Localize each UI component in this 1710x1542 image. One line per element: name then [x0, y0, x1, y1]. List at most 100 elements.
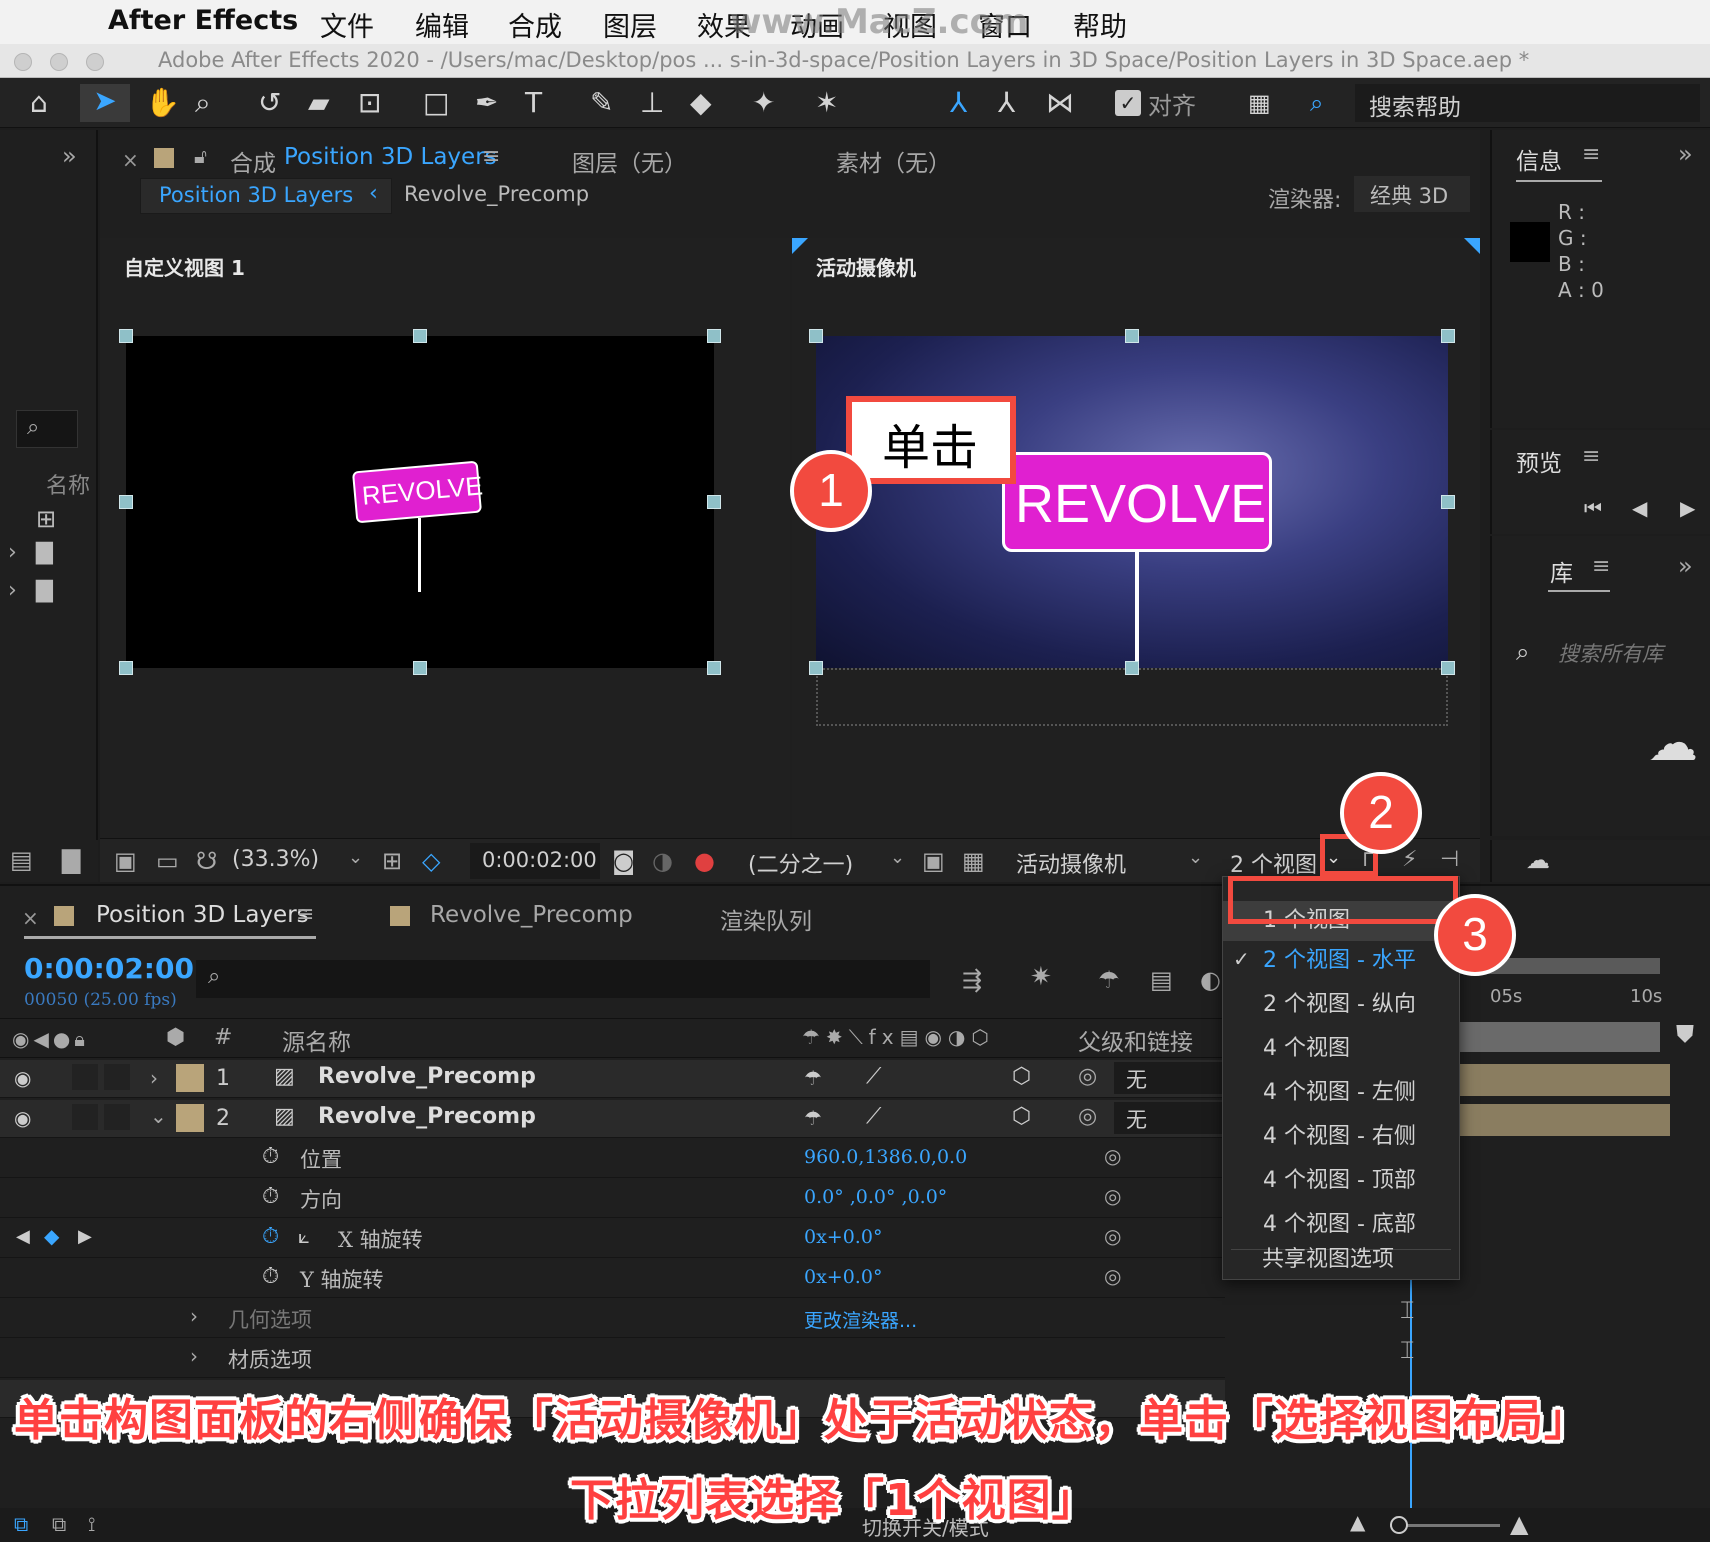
- 3d-layer-icon[interactable]: ⬡: [1012, 1064, 1031, 1089]
- interpret-footage-icon[interactable]: ▤: [10, 846, 33, 874]
- new-folder-icon[interactable]: ▇: [62, 846, 80, 874]
- bounding-handle[interactable]: [809, 329, 823, 343]
- pen-tool-icon[interactable]: ✒: [475, 86, 498, 120]
- panel-menu-icon[interactable]: ≡: [296, 902, 314, 927]
- selection-tool-icon[interactable]: ➤: [80, 84, 130, 122]
- menu-item-2-views-vertical[interactable]: 2 个视图 - 纵向: [1223, 985, 1453, 1025]
- name-column-header[interactable]: 名称: [46, 468, 90, 500]
- layer-switches-icon[interactable]: ⧉: [14, 1512, 28, 1536]
- solo-toggle[interactable]: [72, 1104, 98, 1130]
- fast-previews-icon[interactable]: ⚡︎: [1402, 847, 1417, 872]
- next-keyframe-icon[interactable]: ▶︎: [78, 1226, 92, 1247]
- layer-row[interactable]: ◉ › 1 ▨ Revolve_Precomp ☂︎ ⟋ ⬡ ◎ 无: [0, 1060, 1225, 1098]
- pan-behind-tool-icon[interactable]: ⊡: [358, 86, 381, 120]
- expand-arrow-icon[interactable]: ›: [8, 578, 17, 603]
- shy-icon[interactable]: ☂︎: [804, 1106, 822, 1130]
- navigator-bar[interactable]: [1460, 1022, 1660, 1052]
- pickwhip-icon[interactable]: ◎: [1104, 1224, 1121, 1248]
- brush-tool-icon[interactable]: ✎: [590, 86, 613, 120]
- bounding-handle[interactable]: [809, 661, 823, 675]
- lock-toggle[interactable]: [104, 1064, 130, 1090]
- layer-label-color[interactable]: [176, 1104, 204, 1132]
- menu-item-4-views-right[interactable]: 4 个视图 - 右侧: [1223, 1117, 1453, 1157]
- menu-help[interactable]: 帮助: [1073, 5, 1127, 44]
- rectangle-tool-icon[interactable]: □: [423, 86, 449, 120]
- bounding-handle[interactable]: [1441, 329, 1455, 343]
- monitor-icon[interactable]: ▭: [156, 847, 179, 875]
- cloud-sync-icon[interactable]: ☁︎: [1526, 846, 1550, 874]
- composition-mini-flowchart-icon[interactable]: ⇶: [962, 966, 982, 994]
- draft-3d-icon[interactable]: ✷: [1030, 962, 1052, 992]
- active-camera-view[interactable]: 活动摄像机 REVOLVE: [792, 238, 1480, 860]
- zoom-out-icon[interactable]: ▲: [1350, 1510, 1365, 1534]
- pickwhip-icon[interactable]: ◎: [1078, 1064, 1097, 1089]
- graph-icon[interactable]: ⟀: [298, 1224, 310, 1248]
- zoom-slider[interactable]: [1390, 1516, 1500, 1534]
- change-renderer-link[interactable]: 更改渲染器...: [804, 1306, 917, 1333]
- menu-composition[interactable]: 合成: [508, 5, 562, 44]
- folder-icon[interactable]: ▇: [36, 578, 53, 603]
- column-hash[interactable]: #: [214, 1025, 232, 1050]
- region-of-interest-icon[interactable]: ⊞: [382, 847, 402, 875]
- column-source-name[interactable]: 源名称: [282, 1023, 351, 1057]
- local-axis-icon[interactable]: ⅄: [950, 86, 967, 120]
- expand-arrow-icon[interactable]: ›: [190, 1344, 198, 1368]
- custom-view-1[interactable]: 自定义视图 1 REVOLVE: [100, 238, 790, 860]
- renderer-button[interactable]: 经典 3D: [1354, 176, 1470, 212]
- 3d-layer-icon[interactable]: ⬡: [1012, 1104, 1031, 1129]
- layer-name[interactable]: Revolve_Precomp: [318, 1104, 536, 1129]
- zoom-dropdown[interactable]: (33.3%) ⌄: [224, 843, 364, 879]
- world-axis-icon[interactable]: ⅄: [998, 86, 1015, 120]
- comment-marker-icon[interactable]: ⛊: [1676, 1020, 1694, 1048]
- timeline-icon[interactable]: ⊣: [1440, 847, 1459, 872]
- app-menu[interactable]: After Effects: [108, 5, 298, 36]
- bounding-handle[interactable]: [1441, 495, 1455, 509]
- panel-menu-icon[interactable]: ≡: [1592, 554, 1610, 579]
- transparency-grid-icon[interactable]: ◇: [422, 847, 440, 875]
- timeline-tab-precomp[interactable]: Revolve_Precomp: [430, 902, 633, 928]
- menu-item-4-views-left[interactable]: 4 个视图 - 左侧: [1223, 1073, 1453, 1113]
- snap-checkbox[interactable]: ✓: [1115, 90, 1141, 116]
- fast-preview-icon[interactable]: ▣: [922, 847, 945, 875]
- expand-panel-icon[interactable]: »: [62, 142, 77, 170]
- workspace-icon[interactable]: ▦: [1248, 86, 1271, 120]
- close-window-button[interactable]: [14, 53, 32, 71]
- camera-tool-icon[interactable]: ▰: [308, 86, 330, 120]
- info-panel-title[interactable]: 信息: [1516, 142, 1562, 176]
- stopwatch-icon[interactable]: ⏱︎: [262, 1224, 279, 1249]
- folder-icon[interactable]: ▇: [36, 540, 53, 565]
- search-help-icon[interactable]: ⌕: [1310, 86, 1323, 120]
- view-axis-icon[interactable]: ⋈: [1046, 86, 1074, 120]
- library-panel-title[interactable]: 库: [1550, 554, 1573, 588]
- menu-edit[interactable]: 编辑: [415, 5, 469, 44]
- menu-item-4-views[interactable]: 4 个视图: [1223, 1029, 1453, 1069]
- eye-icon[interactable]: ◉: [14, 1066, 31, 1090]
- pickwhip-icon[interactable]: ◎: [1104, 1184, 1121, 1208]
- library-search-input[interactable]: 搜索所有库: [1558, 638, 1663, 668]
- tab-layer[interactable]: 图层（无）: [572, 144, 687, 178]
- expand-arrow-icon[interactable]: ›: [190, 1304, 198, 1328]
- resolution-dropdown[interactable]: (二分之一) ⌄: [740, 843, 910, 879]
- hand-tool-icon[interactable]: ✋: [145, 86, 180, 120]
- collapse-transform-icon[interactable]: ⟋: [866, 1104, 881, 1129]
- snapshot-camera-icon[interactable]: ◙: [612, 847, 635, 875]
- menu-layer[interactable]: 图层: [603, 5, 657, 44]
- frame-blending-icon[interactable]: ▤: [1150, 966, 1173, 994]
- pickwhip-icon[interactable]: ◎: [1104, 1264, 1121, 1288]
- property-value[interactable]: 0x+0.0°: [804, 1226, 882, 1248]
- layer-duration-bar[interactable]: [1460, 1064, 1670, 1096]
- stopwatch-icon[interactable]: ⏱︎: [262, 1144, 279, 1169]
- shy-icon[interactable]: ☂︎: [804, 1066, 822, 1090]
- timeline-timecode[interactable]: 0:00:02:00: [24, 952, 194, 985]
- lock-toggle[interactable]: [104, 1104, 130, 1130]
- timeline-search-input[interactable]: ⌕: [196, 960, 930, 998]
- channel-icon[interactable]: ●: [694, 847, 715, 875]
- panel-menu-icon[interactable]: ≡: [482, 144, 500, 169]
- lock-icon[interactable]: 🔓︎: [194, 144, 207, 168]
- layer-switches-header-icon[interactable]: ☂✸⟍fx▤◉◑⬡: [802, 1025, 995, 1049]
- close-tab-icon[interactable]: ×: [22, 906, 39, 930]
- panel-menu-icon[interactable]: ≡: [1582, 142, 1600, 167]
- search-help-field[interactable]: 搜索帮助: [1355, 84, 1700, 122]
- column-parent-link[interactable]: 父级和链接: [1078, 1023, 1193, 1057]
- collapse-transform-icon[interactable]: ⟋: [866, 1064, 881, 1089]
